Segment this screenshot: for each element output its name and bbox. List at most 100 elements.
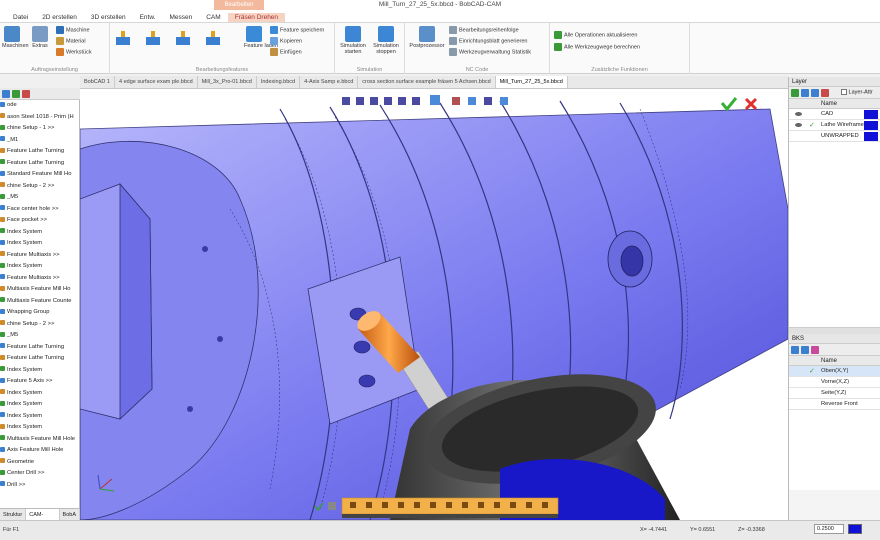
layer-color-swatch[interactable]: [864, 121, 878, 130]
tree-item[interactable]: Feature Lathe Turning: [0, 342, 79, 354]
wcs-delete-icon[interactable]: [811, 346, 819, 354]
feature-icons[interactable]: [112, 27, 242, 57]
document-tab[interactable]: Mill_3x_Pro-01.bbcd: [198, 76, 257, 88]
layer-color-swatch[interactable]: [864, 132, 878, 141]
expand-icon[interactable]: [12, 90, 20, 98]
operation-order-button[interactable]: Bearbeitungsreihenfolge: [449, 26, 519, 34]
document-tab[interactable]: 4 edge surface exam ple.bbcd: [115, 76, 198, 88]
menu-tab[interactable]: Datei: [6, 13, 35, 22]
tree-item[interactable]: Face pocket >>: [0, 215, 79, 227]
start-simulation-button[interactable]: Simulation starten: [338, 26, 368, 55]
tree-item[interactable]: Drill >>: [0, 480, 79, 492]
material-button[interactable]: Material: [56, 37, 86, 45]
left-panel-tab[interactable]: BobA: [60, 509, 80, 520]
tree-item[interactable]: chine Setup - 2 >>: [0, 181, 79, 193]
layer-attr-checkbox[interactable]: [841, 89, 847, 95]
tree-item[interactable]: chine Setup - 1 >>: [0, 123, 79, 135]
stop-simulation-button[interactable]: Simulation stoppen: [371, 26, 401, 55]
tree-item[interactable]: Face center hole >>: [0, 204, 79, 216]
wcs-edit-icon[interactable]: [801, 346, 809, 354]
eye-icon[interactable]: [795, 112, 802, 116]
tree-item[interactable]: Index System: [0, 365, 79, 377]
tree-item[interactable]: Index System: [0, 411, 79, 423]
add-layer-icon[interactable]: [791, 89, 799, 97]
tree-item[interactable]: Center Drill >>: [0, 468, 79, 480]
3d-viewport[interactable]: [80, 89, 788, 520]
tree-item[interactable]: ason Steel 1018 - Prim (H: [0, 112, 79, 124]
document-tab[interactable]: BobCAD 1: [80, 76, 115, 88]
tree-item[interactable]: _M5: [0, 192, 79, 204]
layer-attr-toggle[interactable]: Layer-Attr: [841, 89, 873, 95]
tree-item-label: Feature Lathe Turning: [7, 148, 65, 154]
compute-toolpaths-button[interactable]: Alle Werkzeugwege berechnen: [554, 43, 640, 51]
menu-tab[interactable]: Messen: [162, 13, 199, 22]
check-icon[interactable]: ✓: [809, 120, 815, 131]
tree-item[interactable]: Wrapping Group: [0, 307, 79, 319]
document-tab[interactable]: Mill_Turn_27_25_5x.bbcd: [495, 76, 568, 88]
save-feature-button[interactable]: Feature speichern: [270, 26, 324, 34]
machine-big-button[interactable]: Maschinen: [2, 26, 29, 49]
tree-item[interactable]: Standard Feature Mill Ho: [0, 169, 79, 181]
tree-item-label: Index System: [7, 263, 43, 269]
setup-sheet-button[interactable]: Einrichtungsblatt generieren: [449, 37, 528, 45]
down-icon[interactable]: [811, 89, 819, 97]
up-icon[interactable]: [801, 89, 809, 97]
layer-color-swatch[interactable]: [864, 110, 878, 119]
layer-row[interactable]: CAD: [789, 109, 880, 120]
eye-icon[interactable]: [795, 123, 802, 127]
document-tab[interactable]: cross section surface example fräsen 5 A…: [358, 76, 496, 88]
tree-item[interactable]: _M5: [0, 330, 79, 342]
menu-tab[interactable]: 3D erstellen: [84, 13, 133, 22]
left-panel-tab[interactable]: CAM-Strukt: [26, 509, 60, 530]
layer-row[interactable]: ✓ Lathe Wireframe: [789, 120, 880, 131]
wcs-row[interactable]: Reverse Front: [789, 399, 880, 410]
tool-stats-button[interactable]: Werkzeugverwaltung Statistik: [449, 48, 531, 56]
tree-item[interactable]: Geometrie: [0, 457, 79, 469]
document-tab[interactable]: Indexing.bbcd: [257, 76, 301, 88]
tree-item[interactable]: Index System: [0, 422, 79, 434]
machine-button[interactable]: Maschine: [56, 26, 90, 34]
menu-tab[interactable]: 2D erstellen: [35, 13, 84, 22]
post-processor-button[interactable]: Postprozessor: [408, 26, 446, 49]
paste-button[interactable]: Einfügen: [270, 48, 302, 56]
tree-item[interactable]: Index System: [0, 227, 79, 239]
wcs-add-icon[interactable]: [791, 346, 799, 354]
zoom-input[interactable]: 0.2500: [814, 524, 844, 534]
wcs-row[interactable]: ✓ Oben(X,Y): [789, 366, 880, 377]
tree-item[interactable]: Multiaxis Feature Mill Hole: [0, 434, 79, 446]
load-feature-button[interactable]: Feature laden: [244, 26, 278, 49]
tree-item[interactable]: chine Setup - 2 >>: [0, 319, 79, 331]
collapse-icon[interactable]: [2, 90, 10, 98]
tree-item[interactable]: Feature 5 Axis >>: [0, 376, 79, 388]
delete-icon[interactable]: [22, 90, 30, 98]
tree-item[interactable]: Multiaxis Feature Counte: [0, 296, 79, 308]
tree-item[interactable]: Feature Multiaxis >>: [0, 273, 79, 285]
wcs-row[interactable]: Seite(Y,Z): [789, 388, 880, 399]
tree-item[interactable]: _M1: [0, 135, 79, 147]
tree-item[interactable]: ode: [0, 100, 79, 112]
layer-row[interactable]: UNWRAPPED: [789, 131, 880, 142]
tree-item[interactable]: Feature Multiaxis >>: [0, 250, 79, 262]
extras-big-button[interactable]: Extras: [30, 26, 50, 49]
tree-item[interactable]: Multiaxis Feature Mill Ho: [0, 284, 79, 296]
copy-button[interactable]: Kopieren: [270, 37, 302, 45]
tree-item[interactable]: Index System: [0, 238, 79, 250]
delete-layer-icon[interactable]: [821, 89, 829, 97]
tree-item[interactable]: Index System: [0, 261, 79, 273]
model-canvas[interactable]: [80, 89, 788, 520]
update-operations-button[interactable]: Alle Operationen aktualisieren: [554, 31, 637, 39]
left-panel-tab[interactable]: Struktur: [0, 509, 27, 520]
wcs-row[interactable]: Vorne(X,Z): [789, 377, 880, 388]
stock-button[interactable]: Werkstück: [56, 48, 92, 56]
tree-item[interactable]: Index System: [0, 399, 79, 411]
tree-item[interactable]: Index System: [0, 388, 79, 400]
document-tab[interactable]: 4-Axis Samp e.bbcd: [300, 76, 359, 88]
tree-item[interactable]: Feature Lathe Turning: [0, 353, 79, 365]
tree-item[interactable]: Axis Feature Mill Hole: [0, 445, 79, 457]
menu-tab[interactable]: Fräsen Drehen: [227, 13, 286, 22]
menu-tab[interactable]: CAM: [199, 13, 227, 22]
color-picker[interactable]: [848, 524, 862, 534]
tree-item[interactable]: Feature Lathe Turning: [0, 158, 79, 170]
menu-tab[interactable]: Entw.: [133, 13, 163, 22]
tree-item[interactable]: Feature Lathe Turning: [0, 146, 79, 158]
